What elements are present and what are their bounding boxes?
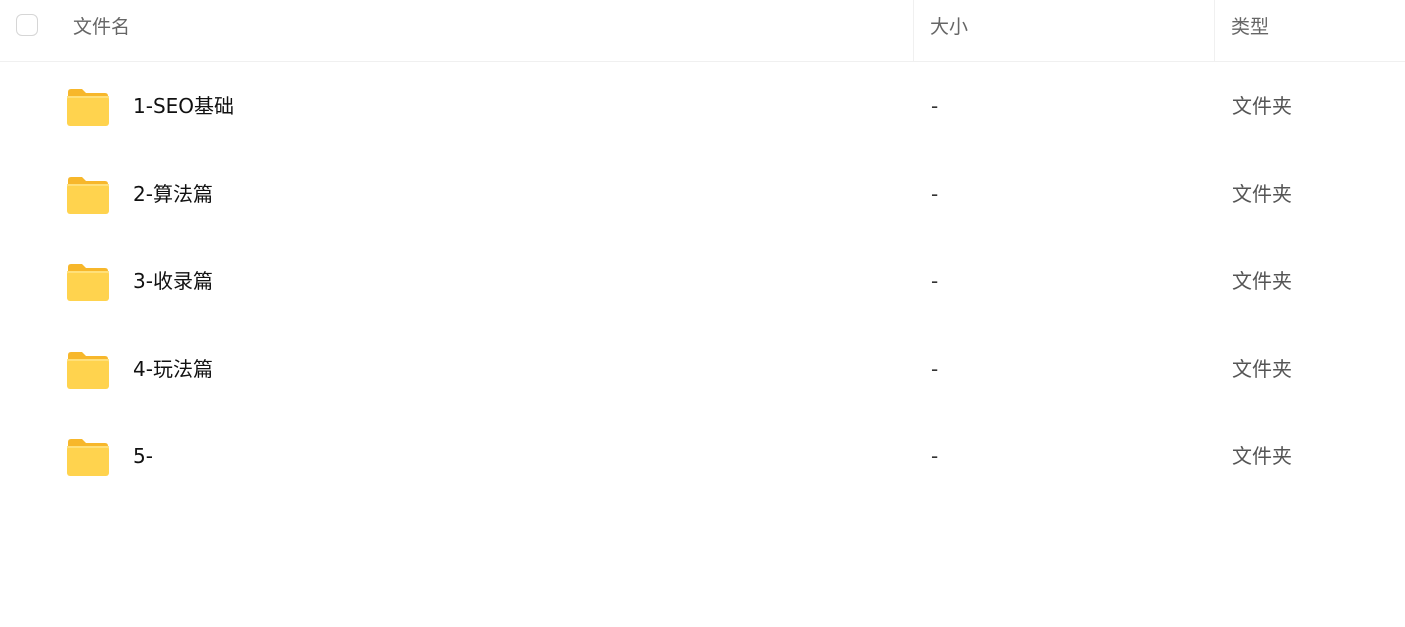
file-size: -: [931, 269, 939, 293]
file-size: -: [931, 356, 939, 381]
select-all-checkbox[interactable]: [16, 14, 38, 36]
folder-icon: [67, 439, 109, 476]
file-type: 文件夹: [1232, 181, 1292, 206]
file-type: 文件夹: [1232, 444, 1292, 468]
table-row[interactable]: 2-算法篇 - 文件夹: [0, 151, 1405, 239]
folder-icon: [67, 264, 109, 301]
file-size: -: [931, 444, 939, 468]
file-name[interactable]: 1-SEO基础: [133, 63, 234, 151]
file-size: -: [931, 181, 939, 206]
file-name[interactable]: 5-: [133, 413, 153, 501]
column-header-type[interactable]: 类型: [1231, 0, 1269, 54]
file-name[interactable]: 2-算法篇: [133, 151, 213, 239]
file-name[interactable]: 4-玩法篇: [133, 326, 213, 414]
folder-icon: [67, 351, 109, 389]
column-header-name[interactable]: 文件名: [73, 0, 130, 54]
column-divider: [1214, 0, 1215, 62]
file-name[interactable]: 3-收录篇: [133, 238, 213, 326]
table-row[interactable]: 1-SEO基础 - 文件夹: [0, 63, 1405, 151]
column-divider: [913, 0, 914, 62]
file-table: 文件名 大小 类型 1-SEO基础 - 文件夹 2-算法篇 - 文件夹 3-收录…: [0, 0, 1405, 476]
file-type: 文件夹: [1232, 269, 1292, 293]
table-row[interactable]: 4-玩法篇 - 文件夹: [0, 326, 1405, 414]
folder-icon: [67, 89, 109, 126]
file-type: 文件夹: [1232, 94, 1292, 118]
column-header-size[interactable]: 大小: [930, 0, 968, 54]
folder-icon: [67, 176, 109, 214]
table-row[interactable]: 5- - 文件夹: [0, 413, 1405, 501]
table-header: 文件名 大小 类型: [0, 0, 1405, 62]
file-list: 1-SEO基础 - 文件夹 2-算法篇 - 文件夹 3-收录篇 - 文件夹 4-…: [0, 63, 1405, 501]
file-type: 文件夹: [1232, 356, 1292, 381]
file-size: -: [931, 94, 939, 118]
table-row[interactable]: 3-收录篇 - 文件夹: [0, 238, 1405, 326]
